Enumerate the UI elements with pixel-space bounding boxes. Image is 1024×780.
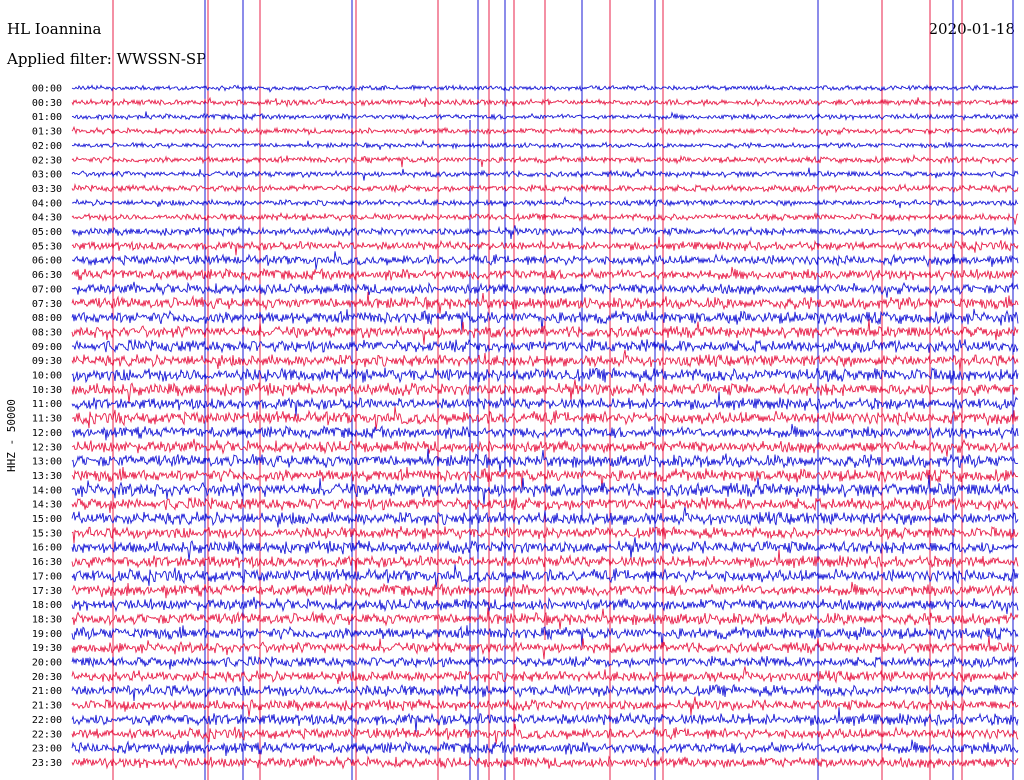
row-time-label: 21:00 — [32, 686, 62, 697]
row-time-label: 02:00 — [32, 141, 62, 152]
row-time-label: 12:30 — [32, 442, 62, 453]
row-time-label: 22:30 — [32, 729, 62, 740]
row-time-label: 21:30 — [32, 701, 62, 712]
row-time-label: 13:30 — [32, 471, 62, 482]
row-time-label: 19:00 — [32, 629, 62, 640]
row-time-label: 18:00 — [32, 600, 62, 611]
trace-row-2100 — [71, 683, 1019, 702]
row-time-label: 07:00 — [32, 284, 62, 295]
row-time-label: 11:30 — [32, 414, 62, 425]
row-time-label: 23:00 — [32, 744, 62, 755]
row-time-label: 17:00 — [32, 571, 62, 582]
row-time-label: 08:00 — [32, 313, 62, 324]
trace-row-2230 — [71, 723, 1019, 744]
row-time-label: 00:30 — [32, 98, 62, 109]
trace-row-2030 — [71, 666, 1019, 684]
row-time-label: 17:30 — [32, 586, 62, 597]
row-time-label: 04:30 — [32, 213, 62, 224]
row-time-label: 04:00 — [32, 198, 62, 209]
row-time-label: 06:30 — [32, 270, 62, 281]
row-time-label: 15:30 — [32, 528, 62, 539]
row-time-label: 16:00 — [32, 543, 62, 554]
row-time-label: 10:00 — [32, 371, 62, 382]
row-time-label: 16:30 — [32, 557, 62, 568]
row-time-label: 05:30 — [32, 241, 62, 252]
row-time-label: 11:00 — [32, 399, 62, 410]
trace-row-2200 — [71, 707, 1019, 733]
trace-row-2330 — [71, 755, 1019, 770]
row-time-label: 10:30 — [32, 385, 62, 396]
row-time-label: 22:00 — [32, 715, 62, 726]
trace-row-2000 — [71, 655, 1019, 670]
row-time-label: 06:00 — [32, 256, 62, 267]
row-time-label: 14:00 — [32, 485, 62, 496]
row-time-label: 23:30 — [32, 758, 62, 769]
row-time-label: 03:00 — [32, 170, 62, 181]
row-time-label: 13:00 — [32, 457, 62, 468]
row-time-label: 19:30 — [32, 643, 62, 654]
row-time-label: 12:00 — [32, 428, 62, 439]
row-time-label: 09:00 — [32, 342, 62, 353]
row-time-label: 08:30 — [32, 327, 62, 338]
row-time-label: 09:30 — [32, 356, 62, 367]
row-time-label: 15:00 — [32, 514, 62, 525]
row-time-label: 14:30 — [32, 500, 62, 511]
row-time-label: 01:30 — [32, 127, 62, 138]
row-time-label: 00:00 — [32, 84, 62, 95]
trace-row-2300 — [71, 739, 1019, 757]
row-time-label: 20:30 — [32, 672, 62, 683]
row-time-label: 01:00 — [32, 112, 62, 123]
row-time-label: 07:30 — [32, 299, 62, 310]
helicorder-plot: 00:00 00:30 01:00 01:30 02:00 02:30 03:00 03:30… — [32, 0, 1019, 780]
row-time-label: 02:30 — [32, 155, 62, 166]
row-time-label: 18:30 — [32, 614, 62, 625]
row-time-label: 03:30 — [32, 184, 62, 195]
row-time-label: 05:00 — [32, 227, 62, 238]
row-time-label: 20:00 — [32, 658, 62, 669]
